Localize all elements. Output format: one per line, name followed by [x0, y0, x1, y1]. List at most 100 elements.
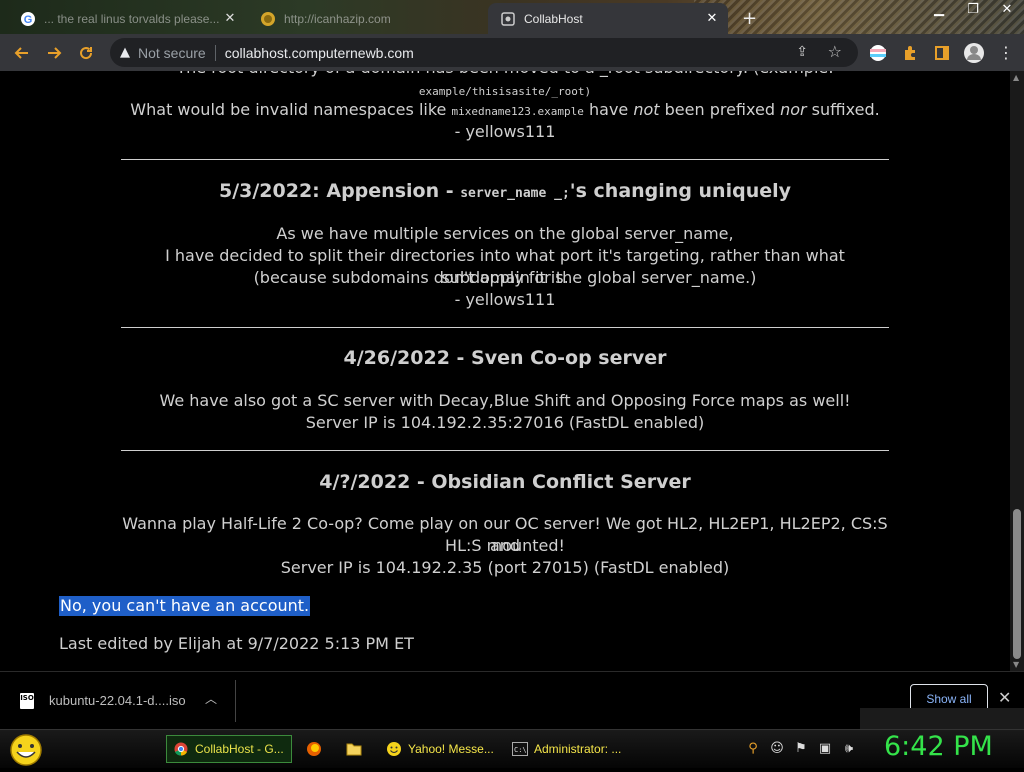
post-title: 4/26/2022 - Sven Co-op server: [343, 347, 667, 369]
svg-text:G: G: [24, 14, 33, 26]
namespace-note: What would be invalid namespaces like mi…: [120, 99, 890, 123]
reload-icon[interactable]: [70, 37, 102, 69]
minimize-icon[interactable]: ▁: [922, 0, 956, 22]
post-title: 4/?/2022 - Obsidian Conflict Server: [319, 471, 691, 493]
volume-icon[interactable]: 🕪: [840, 740, 858, 758]
code-snippet: server_name _;: [460, 186, 570, 201]
close-tab-icon[interactable]: ✕: [704, 11, 720, 26]
scrollbar-thumb[interactable]: [1013, 509, 1021, 659]
tab-title: http://icanhazip.com: [284, 11, 391, 26]
extensions-area: ⋮: [862, 34, 1022, 71]
close-window-icon[interactable]: ✕: [990, 0, 1024, 22]
post-line: HL:S mounted!: [445, 536, 565, 555]
emphasis: not: [633, 100, 660, 119]
post-line: We have also got a SC server with Decay,…: [159, 391, 851, 410]
chevron-up-icon[interactable]: ︿: [205, 690, 217, 707]
author-signature: - yellows111: [454, 122, 556, 141]
post-line: Server IP is 104.192.2.35 (port 27015) (…: [280, 558, 730, 577]
puzzle-extensions-icon[interactable]: [894, 37, 926, 69]
task-label: CollabHost - G...: [195, 742, 284, 756]
tab-collabhost[interactable]: CollabHost ✕: [488, 3, 728, 34]
messenger-tray-icon[interactable]: ☺: [768, 740, 786, 758]
code-snippet: example/thisisasite/_root): [418, 85, 592, 98]
back-arrow-icon[interactable]: [6, 37, 38, 69]
firefox-icon: [306, 741, 322, 757]
text-fragment: What would be invalid namespaces like: [130, 100, 452, 119]
post-line: As we have multiple services on the glob…: [276, 224, 734, 243]
close-shelf-icon[interactable]: ✕: [998, 688, 1011, 707]
share-icon[interactable]: ⇪: [796, 44, 808, 60]
page-content: The root directory of a domain has been …: [0, 71, 1010, 671]
address-bar[interactable]: ▲ Not secure collabhost.computernewb.com…: [110, 38, 858, 67]
text-fragment: 5/3/2022: Appension -: [218, 180, 461, 202]
scroll-up-icon[interactable]: ▲: [1013, 73, 1019, 82]
browser-toolbar: ▲ Not secure collabhost.computernewb.com…: [0, 34, 1024, 71]
tab-icanhazip[interactable]: http://icanhazip.com: [248, 3, 486, 34]
url-text[interactable]: collabhost.computernewb.com: [225, 45, 414, 61]
post-line: Server IP is 104.192.2.35:27016 (FastDL …: [305, 413, 705, 432]
last-edited-text: Last edited by Elijah at 9/7/2022 5:13 P…: [59, 634, 414, 653]
text-fragment: suffixed.: [806, 100, 880, 119]
system-tray: ⚲ ☺ ⚑ ▣ 🕪: [744, 740, 858, 758]
divider: [121, 159, 889, 160]
scroll-down-icon[interactable]: ▼: [1013, 660, 1019, 669]
shelf-edge: [860, 708, 1024, 730]
search-icon[interactable]: ⚲: [744, 740, 762, 758]
smiley-start-icon: [10, 734, 42, 766]
network-icon[interactable]: ▣: [816, 740, 834, 758]
code-snippet: mixedname123.example: [451, 105, 584, 118]
task-firefox[interactable]: [300, 735, 330, 763]
flag-extension-icon[interactable]: [862, 37, 894, 69]
author-signature: - yellows111: [454, 290, 556, 309]
window-controls: ▁ ❐ ✕: [922, 0, 1024, 22]
post-title: 5/3/2022: Appension - server_name _;'s c…: [120, 180, 890, 202]
chrome-icon: [173, 741, 189, 757]
post-line: (because subdomains don't apply for the …: [253, 268, 757, 287]
tab-linus[interactable]: G ... the real linus torvalds please... …: [8, 3, 246, 34]
start-button[interactable]: [6, 732, 46, 768]
flag-tray-icon[interactable]: ⚑: [792, 740, 810, 758]
warning-triangle-icon[interactable]: ▲: [120, 45, 130, 60]
emphasis: nor: [780, 100, 807, 119]
text-fragment: have: [583, 100, 634, 119]
account-note-selected: No, you can't have an account.: [59, 596, 311, 616]
maximize-icon[interactable]: ❐: [956, 0, 990, 22]
yahoo-messenger-icon: [386, 741, 402, 757]
partial-text: The root directory of a domain has been …: [120, 71, 890, 79]
vertical-scrollbar[interactable]: ▲ ▼: [1010, 71, 1024, 671]
svg-text:C:\: C:\: [514, 746, 527, 754]
task-collabhost[interactable]: CollabHost - G...: [166, 735, 292, 763]
task-yahoo-messenger[interactable]: Yahoo! Messe...: [380, 735, 498, 763]
task-label: Administrator: ...: [534, 742, 622, 756]
forward-arrow-icon[interactable]: [38, 37, 70, 69]
tab-title: ... the real linus torvalds please...: [44, 11, 220, 26]
divider: [235, 680, 236, 722]
text-fragment: 's changing uniquely: [569, 180, 792, 202]
download-item[interactable]: kubuntu-22.04.1-d....iso: [49, 693, 186, 708]
task-cmd[interactable]: C:\ Administrator: ...: [506, 735, 626, 763]
divider: [214, 44, 216, 61]
task-folder[interactable]: [340, 735, 370, 763]
divider: [121, 327, 889, 328]
divider: [121, 450, 889, 451]
clock[interactable]: 6:42 PM: [884, 731, 993, 762]
task-label: Yahoo! Messe...: [408, 742, 494, 756]
text-fragment: been prefixed: [659, 100, 781, 119]
tab-title: CollabHost: [524, 11, 583, 26]
tab-strip: G ... the real linus torvalds please... …: [0, 0, 1024, 34]
profile-avatar-icon[interactable]: [958, 37, 990, 69]
cmd-icon: C:\: [512, 741, 528, 757]
menu-kebab-icon[interactable]: ⋮: [990, 37, 1022, 69]
new-tab-icon[interactable]: +: [742, 8, 757, 29]
close-tab-icon[interactable]: ✕: [222, 11, 238, 26]
globe-icon: [260, 11, 276, 27]
side-panel-icon[interactable]: [926, 37, 958, 69]
bookmark-star-icon[interactable]: ☆: [828, 42, 842, 61]
security-label[interactable]: Not secure: [138, 45, 206, 61]
folder-icon: [346, 741, 362, 757]
taskbar: CollabHost - G... Yahoo! Messe... C:\ Ad…: [0, 729, 1024, 768]
download-shelf: ISO kubuntu-22.04.1-d....iso ︿ Show all …: [0, 671, 1024, 730]
collabhost-icon: [500, 11, 516, 27]
iso-file-icon: ISO: [20, 693, 34, 709]
google-g-icon: G: [20, 11, 36, 27]
